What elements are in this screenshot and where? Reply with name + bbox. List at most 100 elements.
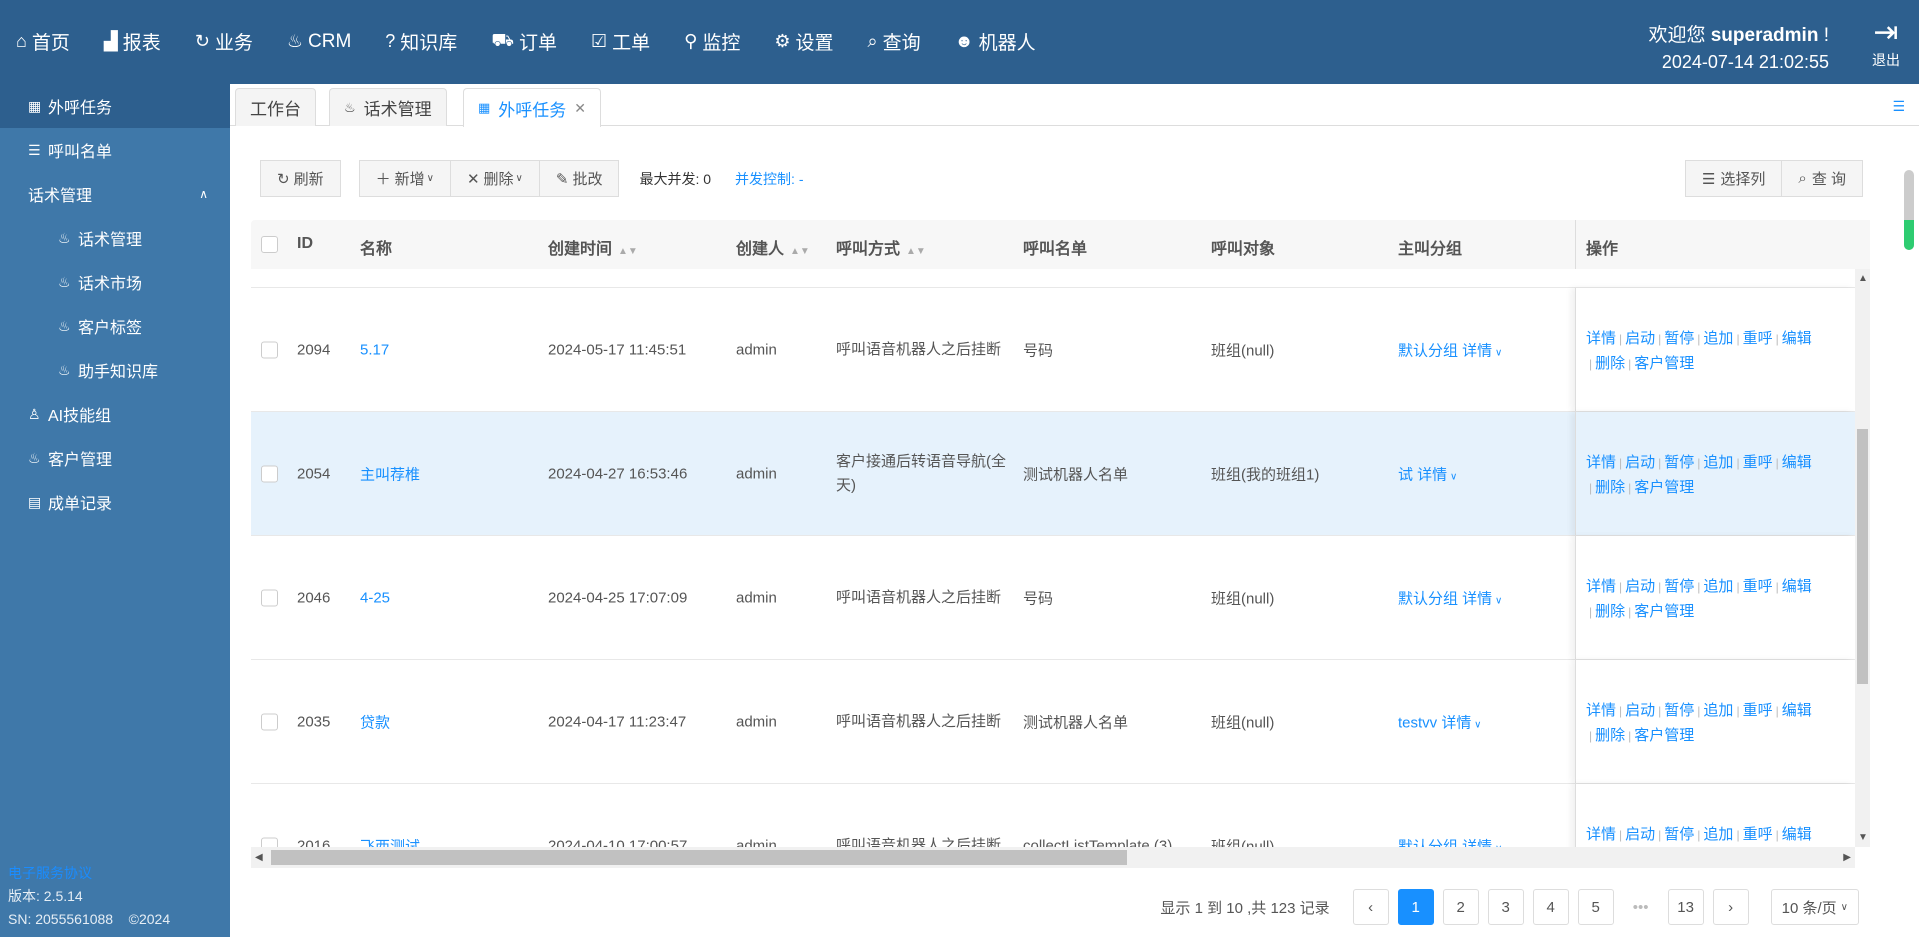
add-button[interactable]: ＋新增 ∨ <box>358 160 451 197</box>
sidebar-item-0[interactable]: ▦ 外呼任务 <box>0 84 230 128</box>
action-link[interactable]: 详情 <box>1586 826 1616 843</box>
cell-caller-group[interactable]: 默认分组 详情 ∨ <box>1398 587 1502 608</box>
action-link[interactable]: 客户管理 <box>1634 479 1694 496</box>
scroll-thumb[interactable] <box>1857 429 1868 684</box>
table-vertical-scrollbar[interactable]: ▲ ▼ <box>1855 269 1870 847</box>
action-link[interactable]: 暂停 <box>1664 330 1694 347</box>
concurrency-control-link[interactable]: 并发控制: - <box>735 169 803 189</box>
action-link[interactable]: 编辑 <box>1782 454 1812 471</box>
action-link[interactable]: 启动 <box>1625 454 1655 471</box>
action-link[interactable]: 暂停 <box>1664 454 1694 471</box>
nav-item-2[interactable]: ↻ 业务 <box>195 28 253 55</box>
action-link[interactable]: 暂停 <box>1664 702 1694 719</box>
scroll-right-icon[interactable]: ▶ <box>1843 852 1851 863</box>
scroll-up-icon[interactable]: ▲ <box>1858 273 1868 284</box>
tab-workbench[interactable]: 工作台 <box>235 88 316 126</box>
cell-caller-group[interactable]: 试 详情 ∨ <box>1398 463 1457 484</box>
action-link[interactable]: 重呼 <box>1743 454 1773 471</box>
tab-script-management[interactable]: ♨ 话术管理 <box>329 88 447 126</box>
page-scrollbar[interactable] <box>1904 170 1914 250</box>
page-1-button[interactable]: 1 <box>1397 889 1434 925</box>
action-link[interactable]: 客户管理 <box>1634 355 1694 372</box>
page-4-button[interactable]: 4 <box>1532 889 1569 925</box>
query-button[interactable]: ⌕ 查 询 <box>1782 160 1863 197</box>
scroll-down-icon[interactable]: ▼ <box>1858 832 1868 843</box>
sort-icon[interactable]: ▲▼ <box>618 246 638 257</box>
next-page-button[interactable]: › <box>1712 889 1749 925</box>
page-last[interactable]: 13 <box>1667 889 1704 925</box>
nav-item-4[interactable]: ? 知识库 <box>385 28 457 55</box>
table-row[interactable]: 2035 贷款 2024-04-17 11:23:47 admin 呼叫语音机器人之后挂… <box>251 660 1855 784</box>
action-link[interactable]: 删除 <box>1595 603 1625 620</box>
action-link[interactable]: 重呼 <box>1743 826 1773 843</box>
cell-name-link[interactable]: 5.17 <box>360 341 389 358</box>
action-link[interactable]: 编辑 <box>1782 330 1812 347</box>
action-link[interactable]: 重呼 <box>1743 702 1773 719</box>
logout-button[interactable]: ⇥ 退出 <box>1861 16 1911 70</box>
action-link[interactable]: 客户管理 <box>1634 727 1694 744</box>
scroll-thumb[interactable] <box>271 850 1127 865</box>
sidebar-item-3[interactable]: ♨ 话术管理 <box>0 216 230 260</box>
nav-item-3[interactable]: ♨ CRM <box>287 28 351 55</box>
action-link[interactable]: 重呼 <box>1743 578 1773 595</box>
cell-name-link[interactable]: 贷款 <box>360 711 390 732</box>
action-link[interactable]: 启动 <box>1625 826 1655 843</box>
row-checkbox[interactable] <box>261 465 278 482</box>
nav-item-5[interactable]: ⛟ 订单 <box>491 28 557 55</box>
col-created[interactable]: 创建时间 ▲▼ <box>548 235 638 259</box>
sidebar-item-8[interactable]: ♨ 客户管理 <box>0 436 230 480</box>
service-agreement-link[interactable]: 电子服务协议 <box>8 862 170 885</box>
col-creator[interactable]: 创建人 ▲▼ <box>736 235 810 259</box>
action-link[interactable]: 启动 <box>1625 330 1655 347</box>
sidebar-item-7[interactable]: ♙ AI技能组 <box>0 392 230 436</box>
action-link[interactable]: 暂停 <box>1664 826 1694 843</box>
col-call-mode[interactable]: 呼叫方式 ▲▼ <box>836 235 926 259</box>
select-columns-button[interactable]: ☰ 选择列 <box>1684 160 1783 197</box>
nav-item-7[interactable]: ⚲ 监控 <box>684 28 740 55</box>
action-link[interactable]: 重呼 <box>1743 330 1773 347</box>
sidebar-item-9[interactable]: ▤ 成单记录 <box>0 480 230 524</box>
action-link[interactable]: 暂停 <box>1664 578 1694 595</box>
table-row[interactable]: 2016 飞西测试 2024-04-10 17:00:57 admin 呼叫语音机器人之… <box>251 784 1855 847</box>
more-pages-icon[interactable]: ••• <box>1622 889 1659 925</box>
action-link[interactable]: 追加 <box>1703 826 1733 843</box>
row-checkbox[interactable] <box>261 341 278 358</box>
sidebar-item-2[interactable]: 话术管理 ∧ <box>0 172 230 216</box>
action-link[interactable]: 追加 <box>1703 702 1733 719</box>
batch-edit-button[interactable]: ✎ 批改 <box>539 160 620 197</box>
prev-page-button[interactable]: ‹ <box>1352 889 1389 925</box>
action-link[interactable]: 编辑 <box>1782 826 1812 843</box>
action-link[interactable]: 追加 <box>1703 454 1733 471</box>
nav-item-10[interactable]: ☻ 机器人 <box>955 28 1036 55</box>
cell-name-link[interactable]: 主叫荐椎 <box>360 463 420 484</box>
tab-menu-icon[interactable]: ☰ <box>1892 98 1905 115</box>
page-size-select[interactable]: 10 条/页 ∨ <box>1770 889 1859 925</box>
table-row[interactable]: 2046 4-25 2024-04-25 17:07:09 admin 呼叫语音机器人之… <box>251 536 1855 660</box>
row-checkbox[interactable] <box>261 713 278 730</box>
page-5-button[interactable]: 5 <box>1577 889 1614 925</box>
row-checkbox[interactable] <box>261 589 278 606</box>
sidebar-item-6[interactable]: ♨ 助手知识库 <box>0 348 230 392</box>
scroll-left-icon[interactable]: ◀ <box>255 852 263 863</box>
action-link[interactable]: 追加 <box>1703 578 1733 595</box>
scroll-thumb[interactable] <box>1904 220 1914 250</box>
action-link[interactable]: 详情 <box>1586 454 1616 471</box>
nav-item-1[interactable]: ▟ 报表 <box>104 28 161 55</box>
select-all-checkbox[interactable] <box>261 236 278 253</box>
cell-caller-group[interactable]: 默认分组 详情 ∨ <box>1398 339 1502 360</box>
tab-outbound-tasks[interactable]: ▦ 外呼任务 ✕ <box>463 88 602 127</box>
action-link[interactable]: 启动 <box>1625 702 1655 719</box>
action-link[interactable]: 追加 <box>1703 330 1733 347</box>
sidebar-item-1[interactable]: ☰ 呼叫名单 <box>0 128 230 172</box>
table-row[interactable]: 2054 主叫荐椎 2024-04-27 16:53:46 admin 客户接通后转语音… <box>251 412 1855 536</box>
close-icon[interactable]: ✕ <box>574 100 586 117</box>
sort-icon[interactable]: ▲▼ <box>790 246 810 257</box>
nav-item-0[interactable]: ⌂ 首页 <box>16 28 70 55</box>
action-link[interactable]: 客户管理 <box>1634 603 1694 620</box>
sidebar-item-5[interactable]: ♨ 客户标签 <box>0 304 230 348</box>
action-link[interactable]: 编辑 <box>1782 578 1812 595</box>
page-3-button[interactable]: 3 <box>1487 889 1524 925</box>
table-row[interactable]: 2094 5.17 2024-05-17 11:45:51 admin 呼叫语音机器人之… <box>251 288 1855 412</box>
action-link[interactable]: 启动 <box>1625 578 1655 595</box>
action-link[interactable]: 详情 <box>1586 702 1616 719</box>
